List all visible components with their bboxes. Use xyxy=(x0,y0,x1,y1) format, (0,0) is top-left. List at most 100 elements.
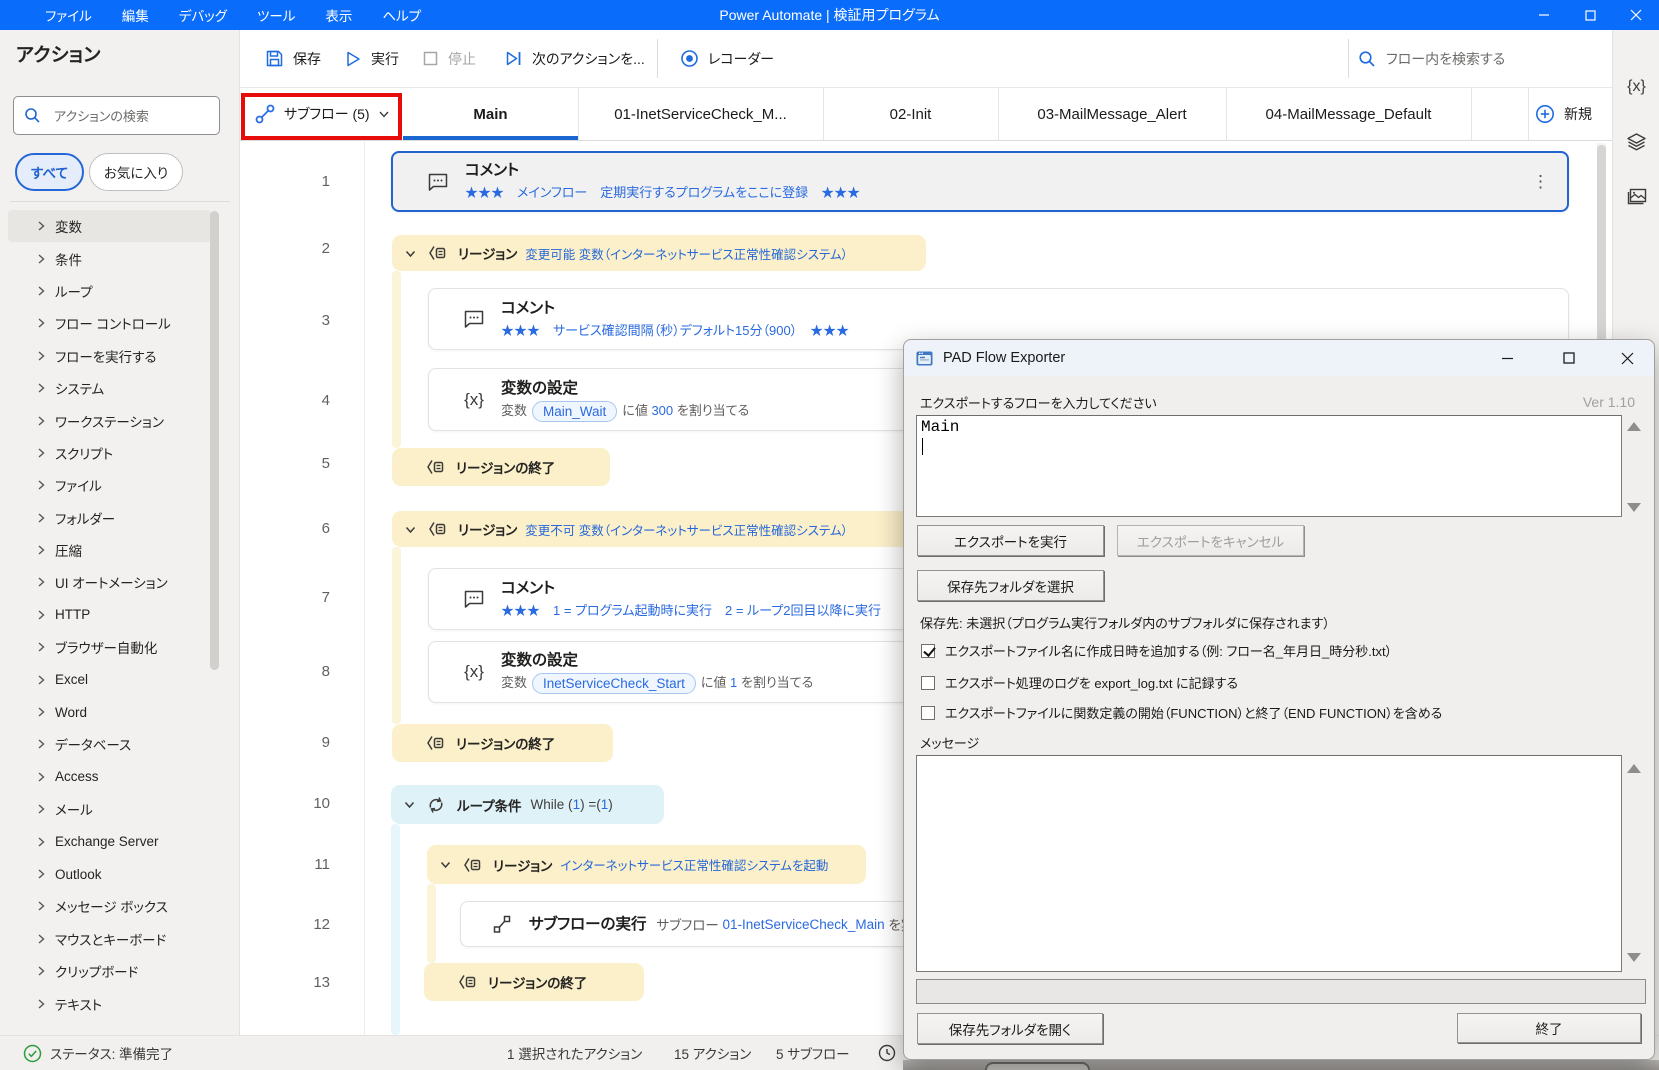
chevron-right-icon xyxy=(36,804,46,814)
ui-elements-pane-button[interactable] xyxy=(1613,127,1659,157)
dialog-titlebar[interactable]: PAD Flow Exporter xyxy=(904,340,1654,376)
scroll-down-icon[interactable] xyxy=(1627,953,1641,962)
recorder-button[interactable]: レコーダー xyxy=(680,30,774,87)
checkbox-row-function[interactable]: エクスポートファイルに関数定義の開始（FUNCTION）と終了（END FUNC… xyxy=(921,703,1442,722)
open-folder-button[interactable]: 保存先フォルダを開く xyxy=(917,1013,1103,1044)
chevron-right-icon xyxy=(36,448,46,458)
menu-view[interactable]: 表示 xyxy=(310,0,367,30)
sidebar-category-item[interactable]: データベース xyxy=(8,728,211,760)
run-export-button[interactable]: エクスポートを実行 xyxy=(917,525,1104,556)
images-pane-button[interactable] xyxy=(1613,183,1659,213)
checkbox-unchecked-icon[interactable] xyxy=(921,675,935,690)
exit-button[interactable]: 終了 xyxy=(1457,1013,1641,1043)
menu-tools[interactable]: ツール xyxy=(242,0,310,30)
sidebar-category-item[interactable]: ファイル xyxy=(8,469,211,501)
sidebar-category-label: テキスト xyxy=(55,997,103,1013)
region-row[interactable]: リージョン 変更不可 変数（インターネットサービス正常性確認システム） xyxy=(392,511,926,547)
checkbox-unchecked-icon[interactable] xyxy=(921,705,935,720)
sidebar-category-label: ループ xyxy=(55,284,93,300)
filter-favorites-pill[interactable]: お気に入り xyxy=(88,153,184,191)
loop-row[interactable]: ループ条件 While (1) =(1) xyxy=(391,785,664,824)
tab-mailmessage-alert[interactable]: 03-MailMessage_Alert xyxy=(998,88,1226,140)
variables-pane-button[interactable]: {x} xyxy=(1613,72,1659,102)
checkbox-row-timestamp[interactable]: エクスポートファイル名に作成日時を追加する（例: フロー名_年月日_時分秒.tx… xyxy=(921,641,1392,660)
message-textarea[interactable] xyxy=(916,755,1622,972)
sidebar-category-item[interactable]: フローを実行する xyxy=(8,340,211,372)
region-end-row[interactable]: リージョンの終了 xyxy=(392,724,613,762)
sidebar-category-item[interactable]: システム xyxy=(8,372,211,404)
sidebar-category-item[interactable]: Outlook xyxy=(8,858,211,890)
region-end-row[interactable]: リージョンの終了 xyxy=(424,963,644,1001)
sidebar-category-item[interactable]: スクリプト xyxy=(8,437,211,469)
checkbox-row-log[interactable]: エクスポート処理のログを export_log.txt に記録する xyxy=(921,673,1238,692)
menu-edit[interactable]: 編集 xyxy=(107,0,164,30)
region-end-row[interactable]: リージョンの終了 xyxy=(392,448,610,486)
cancel-export-button[interactable]: エクスポートをキャンセル xyxy=(1117,525,1304,556)
more-options-icon[interactable]: ⋮ xyxy=(1532,172,1549,192)
checkbox-checked-icon[interactable] xyxy=(921,643,935,658)
sidebar-category-item[interactable]: ループ xyxy=(8,275,211,307)
new-subflow-button[interactable]: 新規 xyxy=(1535,88,1592,140)
minimize-icon[interactable] xyxy=(1521,0,1567,30)
menu-debug[interactable]: デバッグ xyxy=(164,0,242,30)
action-search-input[interactable]: アクションの検索 xyxy=(13,96,220,135)
chevron-down-icon[interactable] xyxy=(404,247,417,260)
region-row[interactable]: リージョン 変更可能 変数（インターネットサービス正常性確認システム） xyxy=(392,235,926,271)
subflow-link[interactable]: 01-InetServiceCheck_Main xyxy=(723,917,885,932)
sidebar-category-item[interactable]: 条件 xyxy=(8,242,211,274)
menu-file[interactable]: ファイル xyxy=(30,0,107,30)
dialog-maximize-icon[interactable] xyxy=(1546,340,1592,376)
region-row[interactable]: リージョン インターネットサービス正常性確認システムを起動 xyxy=(427,845,866,884)
sidebar-category-item[interactable]: テキスト xyxy=(8,987,211,1019)
chevron-down-icon[interactable] xyxy=(403,798,416,811)
tab-init[interactable]: 02-Init xyxy=(823,88,998,140)
sidebar-category-item[interactable]: UI オートメーション xyxy=(8,566,211,598)
sidebar-category-item[interactable]: クリップボード xyxy=(8,955,211,987)
sidebar-category-item[interactable]: メール xyxy=(8,793,211,825)
save-button[interactable]: 保存 xyxy=(265,30,321,87)
sidebar-category-item[interactable]: ブラウザー自動化 xyxy=(8,631,211,663)
tab-main[interactable]: Main xyxy=(403,88,578,140)
choose-folder-button[interactable]: 保存先フォルダを選択 xyxy=(917,570,1104,601)
chevron-down-icon[interactable] xyxy=(439,858,452,871)
sidebar-scrollbar[interactable] xyxy=(210,211,219,670)
flow-search-input[interactable]: フロー内を検索する xyxy=(1358,30,1505,87)
annotation-rectangle xyxy=(241,93,402,140)
sidebar-category-item[interactable]: メッセージ ボックス xyxy=(8,890,211,922)
variable-pill[interactable]: Main_Wait xyxy=(532,400,618,422)
variable-pill[interactable]: InetServiceCheck_Start xyxy=(532,673,696,694)
loop-label: ループ条件 xyxy=(457,798,522,814)
flow-name-textarea[interactable]: Main xyxy=(916,415,1622,517)
stop-button[interactable]: 停止 xyxy=(422,30,476,87)
run-next-action-button[interactable]: 次のアクションを... xyxy=(504,30,645,87)
tab-inetservicecheck[interactable]: 01-InetServiceCheck_M... xyxy=(578,88,823,140)
flow-toolbar: 保存 実行 停止 次のアクションを... レコーダー フロー内を検索する xyxy=(240,30,1612,88)
chevron-down-icon[interactable] xyxy=(404,523,417,536)
scroll-down-icon[interactable] xyxy=(1627,503,1641,512)
maximize-icon[interactable] xyxy=(1567,0,1613,30)
sidebar-category-item[interactable]: フォルダー xyxy=(8,502,211,534)
sidebar-category-item[interactable]: HTTP xyxy=(8,599,211,631)
sidebar-category-item[interactable]: 変数 xyxy=(8,210,211,243)
sidebar-category-item[interactable]: マウスとキーボード xyxy=(8,923,211,955)
sidebar-category-item[interactable]: フロー コントロール xyxy=(8,307,211,339)
dialog-close-icon[interactable] xyxy=(1604,340,1650,376)
sidebar-category-item[interactable]: Word xyxy=(8,696,211,728)
sidebar-category-item[interactable]: Excel xyxy=(8,663,211,695)
tab-mailmessage-default[interactable]: 04-MailMessage_Default xyxy=(1226,88,1471,140)
menu-help[interactable]: ヘルプ xyxy=(367,0,436,30)
sidebar-category-label: Access xyxy=(55,769,99,785)
close-icon[interactable] xyxy=(1613,0,1659,30)
run-button[interactable]: 実行 xyxy=(344,30,399,87)
scroll-up-icon[interactable] xyxy=(1627,764,1641,773)
sidebar-category-item[interactable]: ワークステーション xyxy=(8,404,211,436)
sidebar-category-item[interactable]: 圧縮 xyxy=(8,534,211,566)
dialog-minimize-icon[interactable] xyxy=(1484,340,1530,376)
sidebar-category-item[interactable]: Exchange Server xyxy=(8,825,211,857)
filter-all-pill[interactable]: すべて xyxy=(15,153,84,191)
close-glyph-icon xyxy=(1630,9,1642,21)
sidebar-category-item[interactable]: Access xyxy=(8,761,211,793)
chevron-right-icon xyxy=(38,901,45,911)
scroll-up-icon[interactable] xyxy=(1627,422,1641,431)
action-row-comment[interactable]: コメント ★★★ メインフロー 定期実行するプログラムをここに登録 ★★★ ⋮ xyxy=(391,151,1569,212)
